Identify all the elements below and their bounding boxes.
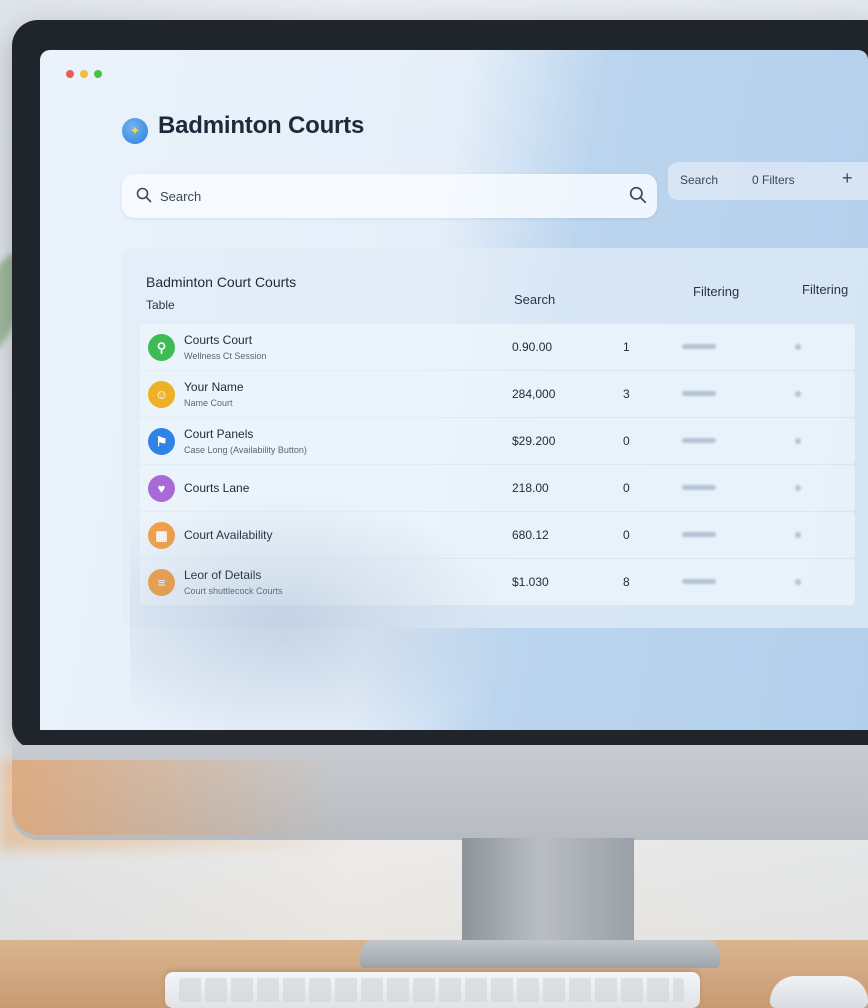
search-input[interactable] xyxy=(160,186,600,206)
row-count: 0 xyxy=(623,434,630,448)
page-title: Badminton Courts xyxy=(158,112,365,139)
row-name: Leor of Details xyxy=(184,568,262,582)
row-description: Name Court xyxy=(184,398,233,408)
row-status-dot xyxy=(795,579,801,585)
row-status-dot xyxy=(795,391,801,397)
heart-icon: ♥ xyxy=(148,475,175,502)
row-name: Court Panels xyxy=(184,427,254,441)
row-name: Courts Lane xyxy=(184,481,250,495)
app-window: ✦ Badminton Courts Search 0 Filters + Ba… xyxy=(40,50,868,730)
row-count: 8 xyxy=(623,575,630,589)
row-count: 0 xyxy=(623,481,630,495)
row-filter-bar xyxy=(682,344,716,349)
monitor-stand xyxy=(462,838,634,950)
shuttlecock-logo-icon: ✦ xyxy=(122,118,148,144)
table-subtitle: Table xyxy=(146,298,175,312)
table-row[interactable]: ⚲ Courts Court Wellness Ct Session 0.90.… xyxy=(140,324,855,370)
row-name: Court Availability xyxy=(184,528,273,542)
mouse xyxy=(770,976,868,1008)
row-description: Wellness Ct Session xyxy=(184,351,267,361)
row-count: 1 xyxy=(623,340,630,354)
person-icon: ☺ xyxy=(148,381,175,408)
table-row[interactable]: ☺ Your Name Name Court 284,000 3 xyxy=(140,371,855,417)
search-icon xyxy=(136,187,152,208)
row-name: Courts Court xyxy=(184,333,253,347)
courts-table-rows: ⚲ Courts Court Wellness Ct Session 0.90.… xyxy=(140,324,855,606)
toolbar-search-button[interactable]: Search xyxy=(680,173,718,187)
table-row[interactable]: ♥ Courts Lane 218.00 0 xyxy=(140,465,855,511)
search-bar[interactable] xyxy=(122,174,657,218)
row-value: $1.030 xyxy=(512,575,549,589)
table-title: Badminton Court Courts xyxy=(146,274,297,290)
row-filter-bar xyxy=(682,485,716,490)
badminton-player-icon: ⚲ xyxy=(148,334,175,361)
calendar-icon: ▦ xyxy=(148,522,175,549)
row-status-dot xyxy=(795,438,801,444)
row-name: Your Name xyxy=(184,380,244,394)
maximize-window-button[interactable] xyxy=(94,70,102,78)
row-value: $29.200 xyxy=(512,434,556,448)
row-description: Case Long (Availability Button) xyxy=(184,445,307,455)
close-window-button[interactable] xyxy=(66,70,74,78)
filters-button[interactable]: 0 Filters xyxy=(752,173,795,187)
row-filter-bar xyxy=(682,438,716,443)
table-row[interactable]: ≡ Leor of Details Court shuttlecock Cour… xyxy=(140,559,855,605)
row-status-dot xyxy=(795,485,801,491)
table-row[interactable]: ⚑ Court Panels Case Long (Availability B… xyxy=(140,418,855,464)
add-icon[interactable]: + xyxy=(842,168,853,189)
search-submit-icon[interactable] xyxy=(629,186,647,209)
row-filter-bar xyxy=(682,532,716,537)
stats-icon: ≡ xyxy=(148,569,175,596)
column-header-filtering[interactable]: Filtering xyxy=(693,284,739,299)
row-value: 680.12 xyxy=(512,528,549,542)
column-header-search[interactable]: Search xyxy=(514,292,555,307)
row-status-dot xyxy=(795,532,801,538)
row-value: 0.90.00 xyxy=(512,340,553,354)
row-count: 0 xyxy=(623,528,630,542)
column-header-filtering-2[interactable]: Filtering xyxy=(802,282,848,297)
row-value: 218.00 xyxy=(512,481,549,495)
table-row[interactable]: ▦ Court Availability 680.12 0 xyxy=(140,512,855,558)
pin-icon: ⚑ xyxy=(148,428,175,455)
row-count: 3 xyxy=(623,387,630,401)
row-value: 284,000 xyxy=(512,387,556,401)
row-filter-bar xyxy=(682,579,716,584)
window-titlebar xyxy=(40,50,868,90)
toolbar: Search 0 Filters + xyxy=(668,162,868,200)
keyboard xyxy=(165,972,700,1008)
row-description: Court shuttlecock Courts xyxy=(184,586,283,596)
row-filter-bar xyxy=(682,391,716,396)
monitor-chin-reflection xyxy=(12,760,342,835)
row-status-dot xyxy=(795,344,801,350)
monitor-stand-base xyxy=(360,940,720,968)
minimize-window-button[interactable] xyxy=(80,70,88,78)
